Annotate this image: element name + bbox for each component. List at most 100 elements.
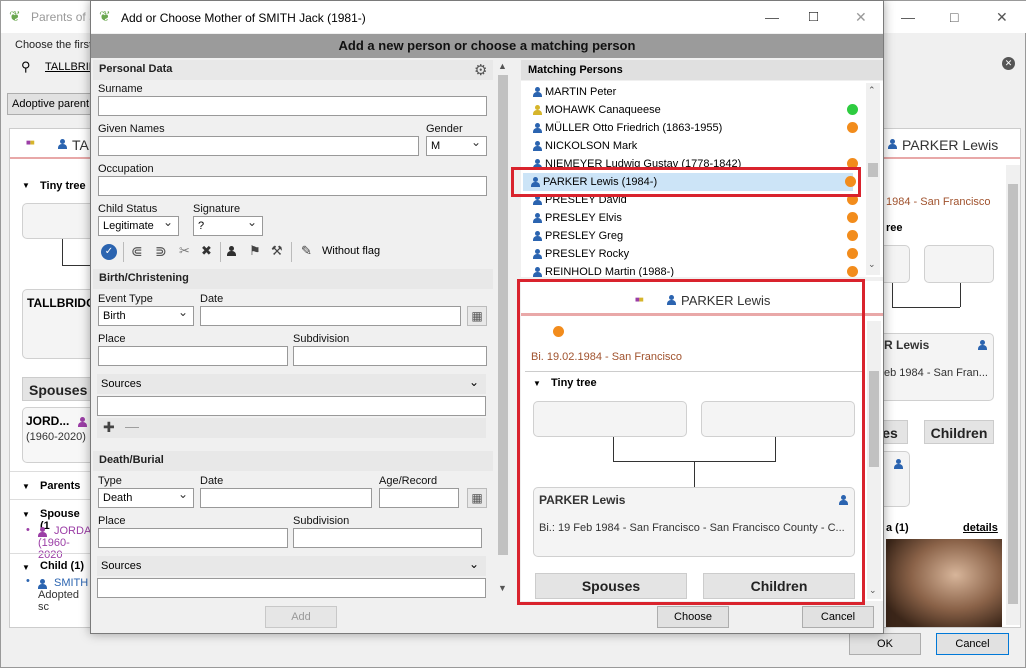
person-icon [533, 123, 542, 134]
person-icon[interactable] [227, 246, 236, 257]
birth-sources-header[interactable]: Sources ⌄ [97, 374, 486, 394]
person-icon [533, 267, 542, 277]
unlink-icon[interactable]: ✖ [201, 243, 212, 259]
tree-down-icon[interactable]: ⋐ [131, 243, 143, 260]
child-status-select[interactable]: Legitimate [98, 215, 179, 236]
gear-icon[interactable]: ⚙ [474, 61, 487, 79]
maximize-icon[interactable]: □ [950, 9, 958, 25]
occupation-input[interactable] [98, 176, 487, 196]
matching-scrollbar[interactable]: ⌃ ⌄ [866, 83, 880, 275]
right-children-button[interactable]: Children [924, 420, 994, 444]
close-icon[interactable]: ✕ [996, 9, 1008, 26]
flag-icon[interactable]: ⚑ [249, 243, 261, 259]
close-icon[interactable]: ✕ [855, 9, 867, 26]
death-type-select[interactable]: Death [98, 487, 194, 508]
surname-input[interactable] [98, 96, 487, 116]
scissors-icon[interactable]: ✂ [179, 243, 190, 259]
check-icon[interactable]: ✓ [101, 244, 117, 260]
person-icon [533, 249, 542, 260]
preview-scrollbar[interactable]: ⌄ [867, 321, 881, 599]
details-link[interactable]: details [963, 522, 998, 534]
parents-label: Parents [40, 480, 81, 492]
minimize-icon[interactable]: — [901, 9, 915, 25]
search-text[interactable]: TALLBRID [45, 61, 97, 73]
minus-icon[interactable]: — [125, 418, 139, 434]
death-sources-input[interactable] [97, 578, 486, 598]
death-sources-label: Sources [101, 560, 142, 572]
female-person-icon [38, 527, 47, 538]
status-dot [847, 212, 858, 223]
match-name: MARTIN Peter [545, 86, 617, 98]
match-row[interactable]: PRESLEY Greg [525, 227, 859, 245]
bg-ok-button[interactable]: OK [849, 633, 921, 655]
matching-header-label: Matching Persons [528, 64, 623, 76]
form-scrollbar[interactable]: ▲ ▼ [495, 61, 511, 601]
person-icon [38, 579, 47, 590]
add-choose-dialog: ❦ Add or Choose Mother of SMITH Jack (19… [90, 0, 884, 634]
hammer-icon[interactable]: ⚒ [271, 243, 283, 259]
clear-search-icon[interactable]: ✕ [1002, 57, 1015, 70]
right-card-name: R Lewis [884, 338, 930, 352]
match-row[interactable]: NICKOLSON Mark [525, 137, 859, 155]
match-row[interactable]: MOHAWK Canaqueese [525, 101, 859, 119]
calendar-icon[interactable]: ▦ [467, 306, 487, 326]
gender-select[interactable]: M [426, 135, 487, 156]
chevron-down-icon[interactable]: ⌄ [469, 557, 479, 571]
match-row[interactable]: MARTIN Peter [525, 83, 859, 101]
death-age-label: Age/Record [379, 475, 438, 487]
right-spouses-snippet[interactable]: es [882, 420, 908, 444]
tallbridge-text: TALLBRIDG [27, 296, 96, 310]
birth-subdivision-label: Subdivision [293, 333, 350, 345]
signature-label: Signature [193, 203, 241, 215]
death-subdivision-input[interactable] [293, 528, 482, 548]
match-row[interactable]: MÜLLER Otto Friedrich (1863-1955) [525, 119, 859, 137]
spouse-card-name: JORD... [26, 414, 70, 428]
tree-up-icon[interactable]: ⋑ [155, 243, 167, 260]
highlight-preview [517, 279, 865, 605]
status-dot [847, 266, 858, 277]
minimize-icon[interactable]: — [765, 9, 779, 25]
signature-select[interactable]: ? [193, 215, 263, 236]
birth-sources-input[interactable] [97, 396, 486, 416]
given-names-input[interactable] [98, 136, 419, 156]
right-tree-snippet: ree [886, 222, 903, 234]
app-leaf-icon: ❦ [99, 8, 111, 24]
death-date-label: Date [200, 475, 224, 487]
death-sources-header[interactable]: Sources ⌄ [97, 556, 486, 576]
child-name[interactable]: SMITH [54, 577, 88, 589]
birth-event-type-label: Event Type [98, 293, 153, 305]
dialog-cancel-button[interactable]: Cancel [802, 606, 874, 628]
death-date-input[interactable] [200, 488, 372, 508]
bg-cancel-button[interactable]: Cancel [936, 633, 1009, 655]
choose-label: Choose the first [15, 39, 93, 51]
match-row[interactable]: REINHOLD Martin (1988-) [525, 263, 859, 277]
person-icon [894, 459, 903, 470]
adoptive-parent-button[interactable]: Adoptive parent [7, 93, 91, 115]
status-dot [847, 122, 858, 133]
birth-sources-label: Sources [101, 378, 142, 390]
right-bottom-label: a (1) [886, 522, 909, 534]
spouse-list-name[interactable]: JORDA [54, 525, 91, 537]
personal-data-form: Personal Data ⚙ Surname Given Names Gend… [93, 60, 497, 600]
person-icon [533, 87, 542, 98]
death-place-input[interactable] [98, 528, 288, 548]
death-type-label: Type [98, 475, 122, 487]
match-name: MÜLLER Otto Friedrich (1863-1955) [545, 122, 723, 134]
add-button[interactable]: Add [265, 606, 337, 628]
match-row[interactable]: PRESLEY Elvis [525, 209, 859, 227]
tiny-tree-label: Tiny tree [40, 180, 86, 192]
birth-event-type-select[interactable]: Birth [98, 305, 194, 326]
chevron-down-icon[interactable]: ⌄ [469, 375, 479, 389]
calendar-icon[interactable]: ▦ [467, 488, 487, 508]
death-age-input[interactable] [379, 488, 459, 508]
birth-place-input[interactable] [98, 346, 288, 366]
choose-button[interactable]: Choose [657, 606, 729, 628]
maximize-icon[interactable]: □ [809, 8, 818, 25]
pencil-icon[interactable]: ✎ [301, 243, 312, 259]
birth-subdivision-input[interactable] [293, 346, 487, 366]
plus-icon[interactable]: ✚ [103, 419, 115, 436]
birth-date-input[interactable] [200, 306, 461, 326]
match-row[interactable]: PRESLEY Rocky [525, 245, 859, 263]
child-note: Adopted sc [38, 589, 79, 613]
match-name: PRESLEY Elvis [545, 212, 622, 224]
